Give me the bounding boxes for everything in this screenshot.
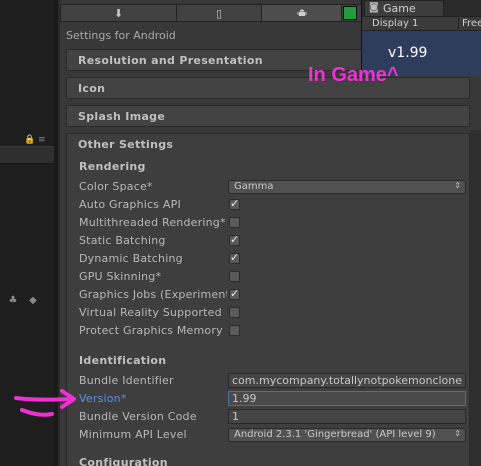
graphics-jobs-checkbox[interactable]: ✓ [229, 287, 240, 300]
graphics-jobs-label: Graphics Jobs (Experimental) [79, 288, 227, 301]
left-toolbar: ♣ ◆ [0, 146, 54, 306]
checkmark-icon: ✓ [230, 233, 240, 246]
panel-menu-icon[interactable]: ≡ [38, 135, 46, 145]
version-field[interactable]: 1.99 [228, 391, 466, 406]
multithreaded-rendering-checkbox[interactable] [229, 217, 240, 228]
bundle-version-code-label: Bundle Version Code [79, 410, 197, 423]
checkmark-icon: ✓ [230, 197, 240, 210]
section-title: Icon [78, 82, 106, 95]
bundle-version-code-field[interactable]: 1 [228, 409, 466, 424]
minimum-api-level-dropdown[interactable]: Android 2.3.1 'Gingerbread' (API level 9… [228, 428, 466, 442]
virtual-reality-supported-label: Virtual Reality Supported [79, 306, 222, 319]
static-batching-label: Static Batching [79, 234, 166, 247]
rendering-title: Rendering [79, 160, 146, 173]
tab-android[interactable] [261, 4, 341, 22]
webgl-icon [343, 6, 357, 20]
identification-title: Identification [79, 354, 167, 367]
dynamic-batching-label: Dynamic Batching [79, 252, 183, 265]
tab-standalone[interactable]: ⬇ [60, 4, 176, 22]
color-space-dropdown[interactable]: Gamma ⇕ [228, 180, 466, 194]
dropdown-arrow-icon: ⇕ [454, 181, 461, 190]
phone-icon: ▯ [215, 6, 223, 20]
tab-game[interactable]: ◙ Game [364, 0, 444, 16]
game-tab-label: Game [383, 2, 416, 15]
auto-graphics-api-checkbox[interactable]: ✓ [229, 197, 240, 210]
game-version-text: v1.99 [388, 45, 428, 61]
bundle-identifier-label: Bundle Identifier [79, 374, 174, 387]
gpu-skinning-label: GPU Skinning* [79, 270, 162, 283]
lock-icon[interactable]: 🔒 [24, 135, 35, 145]
protect-graphics-memory-label: Protect Graphics Memory [79, 324, 223, 337]
section-splash-image[interactable]: Splash Image [66, 105, 470, 127]
static-batching-checkbox[interactable]: ✓ [229, 233, 240, 246]
in-game-annotation: In Game^ [308, 64, 399, 86]
download-icon: ⬇ [113, 6, 124, 20]
section-title: Splash Image [78, 110, 166, 123]
section-title: Resolution and Presentation [78, 54, 263, 67]
aspect-dropdown[interactable]: Free [458, 18, 481, 29]
tag-icon[interactable]: ◆ [26, 295, 40, 309]
bundle-version-code-value: 1 [232, 410, 239, 423]
layers-icon[interactable]: ♣ [6, 295, 20, 309]
inspector-scrollbar[interactable] [470, 130, 481, 466]
minimum-api-level-label: Minimum API Level [79, 428, 187, 441]
game-toolbar: Display 1 Free [362, 16, 481, 31]
protect-graphics-memory-checkbox[interactable] [229, 325, 240, 336]
android-icon [297, 9, 306, 16]
minimum-api-level-value: Android 2.3.1 'Gingerbread' (API level 9… [234, 429, 436, 440]
section-icon[interactable]: Icon [66, 77, 470, 99]
checkmark-icon: ✓ [230, 287, 240, 300]
configuration-title: Configuration [79, 456, 168, 466]
arrow-annotation-icon [14, 389, 76, 417]
section-title[interactable]: Other Settings [78, 138, 173, 151]
bundle-identifier-value: com.mycompany.totallynotpokemonclone [232, 374, 463, 387]
version-value: 1.99 [232, 392, 257, 405]
settings-for-label: Settings for Android [66, 29, 176, 42]
dropdown-arrow-icon: ⇕ [454, 429, 461, 438]
game-controller-icon: ◙ [369, 2, 379, 13]
multithreaded-rendering-label: Multithreaded Rendering* [79, 216, 226, 229]
version-label: Version* [79, 392, 127, 405]
bundle-identifier-field[interactable]: com.mycompany.totallynotpokemonclone [228, 373, 466, 388]
tab-ios[interactable]: ▯ [176, 4, 261, 22]
auto-graphics-api-label: Auto Graphics API [79, 198, 181, 211]
gpu-skinning-checkbox[interactable] [229, 271, 240, 282]
virtual-reality-supported-checkbox[interactable] [229, 307, 240, 318]
color-space-label: Color Space* [79, 180, 153, 193]
display-dropdown[interactable]: Display 1 [372, 18, 418, 29]
dynamic-batching-checkbox[interactable]: ✓ [229, 251, 240, 264]
checkmark-icon: ✓ [230, 251, 240, 264]
color-space-value: Gamma [234, 181, 274, 192]
